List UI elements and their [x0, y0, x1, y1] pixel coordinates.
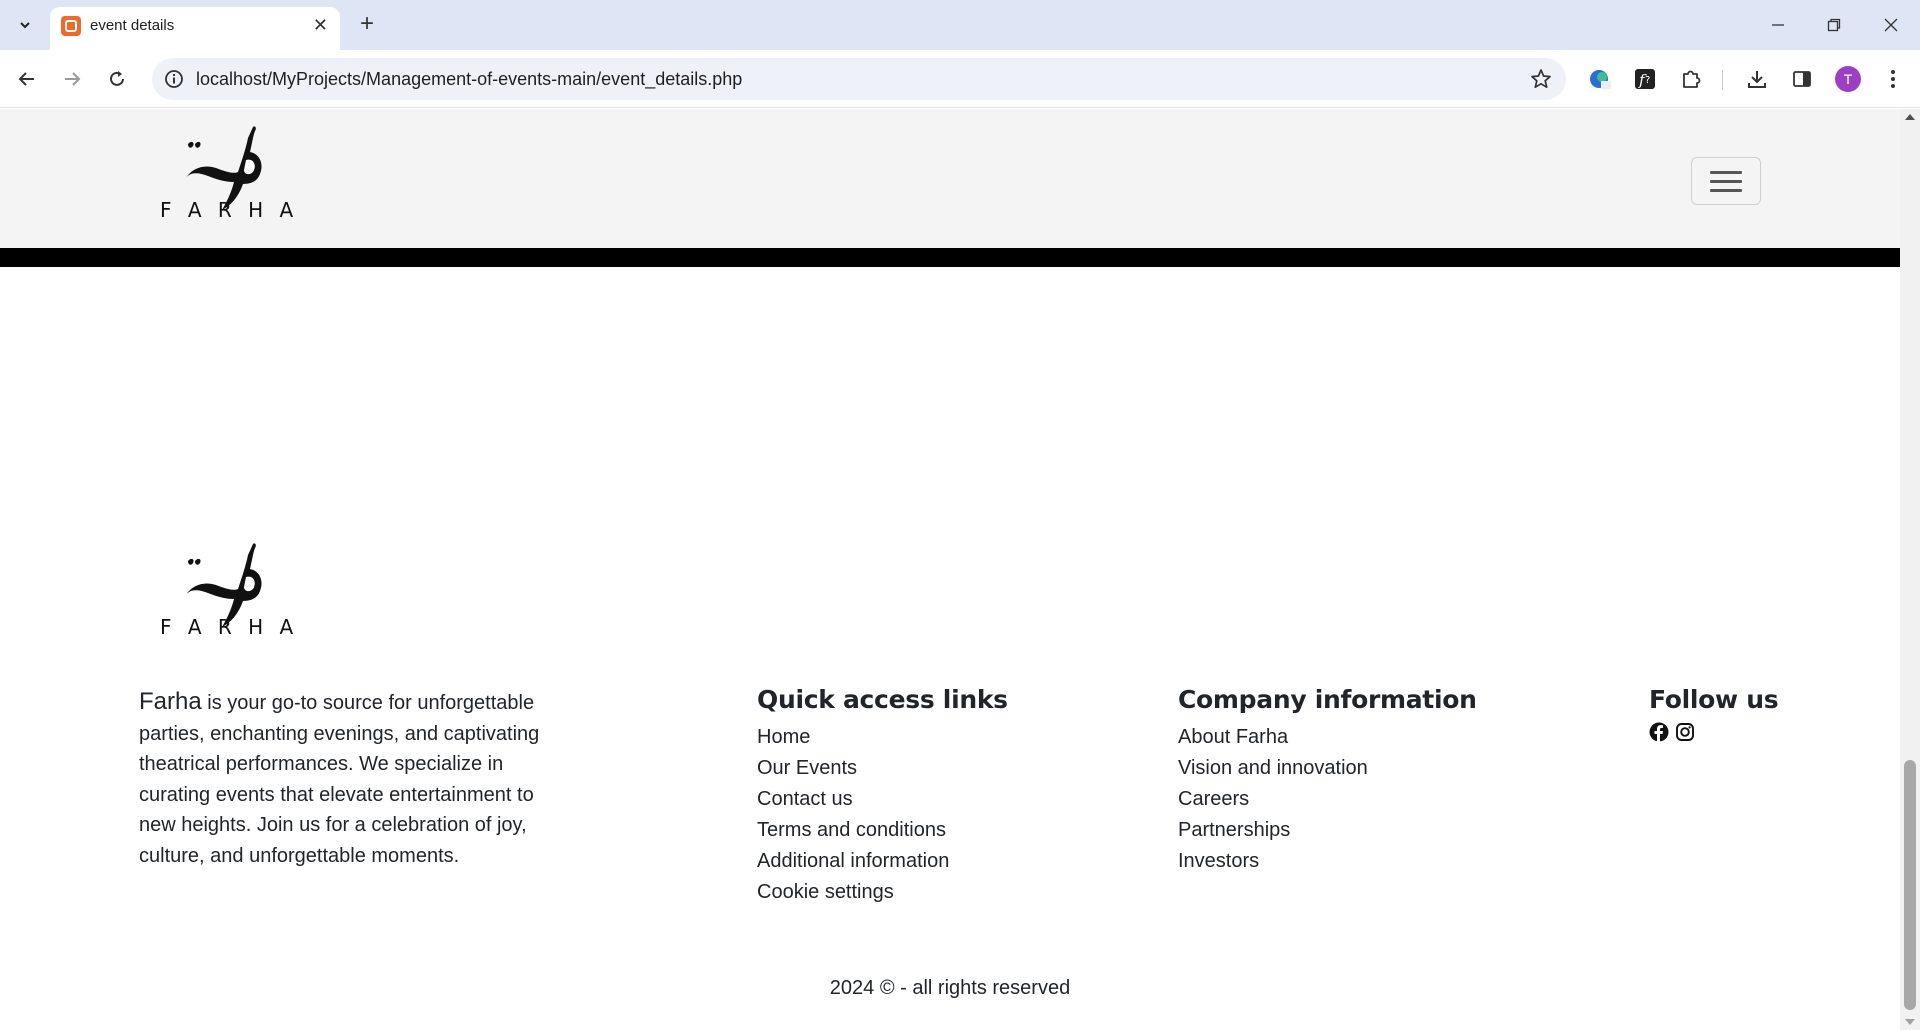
browser-toolbar: localhost/MyProjects/Management-of-event… [0, 50, 1920, 108]
extension-edge-icon[interactable] [1587, 66, 1613, 92]
profile-avatar[interactable]: T [1835, 66, 1861, 92]
follow-us-title: Follow us [1649, 685, 1779, 714]
footer-link-about-farha[interactable]: About Farha [1178, 722, 1477, 753]
copilot-icon [1590, 70, 1611, 89]
arrow-right-icon [65, 72, 81, 86]
scroll-up-arrow-icon[interactable] [1905, 114, 1915, 120]
footer-logo-latin-text: F A R H A [160, 615, 298, 639]
download-icon [1748, 71, 1766, 88]
tab-title: event details [90, 17, 175, 34]
copyright-text: 2024 © - all rights reserved [829, 977, 1071, 999]
back-button[interactable] [12, 64, 42, 94]
arrow-left-icon [18, 72, 34, 86]
hamburger-icon [1710, 171, 1742, 174]
footer-link-our-events[interactable]: Our Events [757, 753, 1008, 784]
facebook-icon[interactable] [1649, 722, 1669, 742]
about-description: is your go-to source for unforgettable p… [139, 692, 540, 867]
company-info-column: Company information About Farha Vision a… [1178, 685, 1477, 877]
address-bar[interactable]: localhost/MyProjects/Management-of-event… [152, 58, 1566, 100]
footer-link-partnerships[interactable]: Partnerships [1178, 815, 1477, 846]
page-viewport: F A R H A F A R H A Farha is your go-to … [0, 109, 1920, 1030]
toolbar-divider [1722, 70, 1723, 90]
reload-button[interactable] [102, 64, 132, 94]
reload-icon [110, 71, 124, 86]
downloads-button[interactable] [1744, 66, 1770, 92]
tab-search-button[interactable] [10, 10, 40, 40]
forward-button[interactable] [57, 64, 87, 94]
footer-about-text: Farha is your go-to source for unforgett… [139, 687, 559, 871]
bookmark-star-icon[interactable] [1530, 68, 1552, 90]
footer-link-terms[interactable]: Terms and conditions [757, 815, 1008, 846]
minimize-button[interactable] [1758, 10, 1798, 40]
chevron-down-icon [20, 22, 30, 29]
puzzle-icon [1683, 70, 1701, 88]
quick-links-title: Quick access links [757, 685, 1008, 714]
footer-link-investors[interactable]: Investors [1178, 846, 1477, 877]
scroll-thumb[interactable] [1904, 760, 1916, 1010]
social-links [1649, 722, 1778, 742]
browser-tabstrip: event details ✕ + [0, 0, 1920, 50]
scroll-down-arrow-icon[interactable] [1905, 1019, 1915, 1025]
header-divider-band [0, 248, 1900, 267]
site-header: F A R H A [0, 109, 1900, 248]
company-info-title: Company information [1178, 685, 1477, 714]
tab-close-icon[interactable]: ✕ [313, 15, 328, 35]
quick-links-column: Quick access links Home Our Events Conta… [757, 685, 1008, 908]
restore-icon [1827, 18, 1841, 32]
footer-link-home[interactable]: Home [757, 722, 1008, 753]
side-panel-button[interactable] [1789, 66, 1815, 92]
extensions-button[interactable] [1678, 66, 1704, 92]
more-vertical-icon [1891, 70, 1895, 88]
nav-toggle-button[interactable] [1691, 157, 1761, 205]
footer-link-contact-us[interactable]: Contact us [757, 784, 1008, 815]
new-tab-button[interactable]: + [352, 10, 382, 40]
close-icon [1884, 18, 1898, 32]
logo-latin-text: F A R H A [160, 198, 298, 222]
page-scrollbar[interactable] [1900, 109, 1920, 1030]
side-panel-icon [1793, 71, 1811, 87]
close-window-button[interactable] [1871, 10, 1911, 40]
farha-logo-image: F A R H A [160, 126, 298, 222]
about-brand-name: Farha [139, 688, 202, 715]
site-info-icon[interactable] [164, 69, 184, 89]
minimize-icon [1772, 24, 1784, 26]
footer-link-cookie-settings[interactable]: Cookie settings [757, 877, 1008, 908]
hamburger-icon-bar [1710, 189, 1742, 192]
footer-link-vision[interactable]: Vision and innovation [1178, 753, 1477, 784]
footer-logo-image: F A R H A [160, 543, 298, 639]
footer-link-additional-info[interactable]: Additional information [757, 846, 1008, 877]
function-icon: f? [1635, 69, 1655, 89]
hamburger-icon-bar [1710, 180, 1742, 183]
restore-button[interactable] [1814, 10, 1854, 40]
instagram-icon[interactable] [1675, 722, 1695, 742]
browser-tab-active[interactable]: event details ✕ [50, 7, 340, 50]
extension-fx-icon[interactable]: f? [1632, 66, 1658, 92]
follow-us-column: Follow us [1649, 685, 1779, 742]
svg-text:?: ? [1645, 75, 1650, 86]
url-text: localhost/MyProjects/Management-of-event… [196, 69, 743, 89]
footer-link-careers[interactable]: Careers [1178, 784, 1477, 815]
xampp-favicon-icon [61, 16, 81, 36]
browser-menu-button[interactable] [1880, 66, 1906, 92]
farha-logo[interactable]: F A R H A [158, 124, 308, 234]
footer-farha-logo[interactable]: F A R H A [158, 541, 308, 651]
